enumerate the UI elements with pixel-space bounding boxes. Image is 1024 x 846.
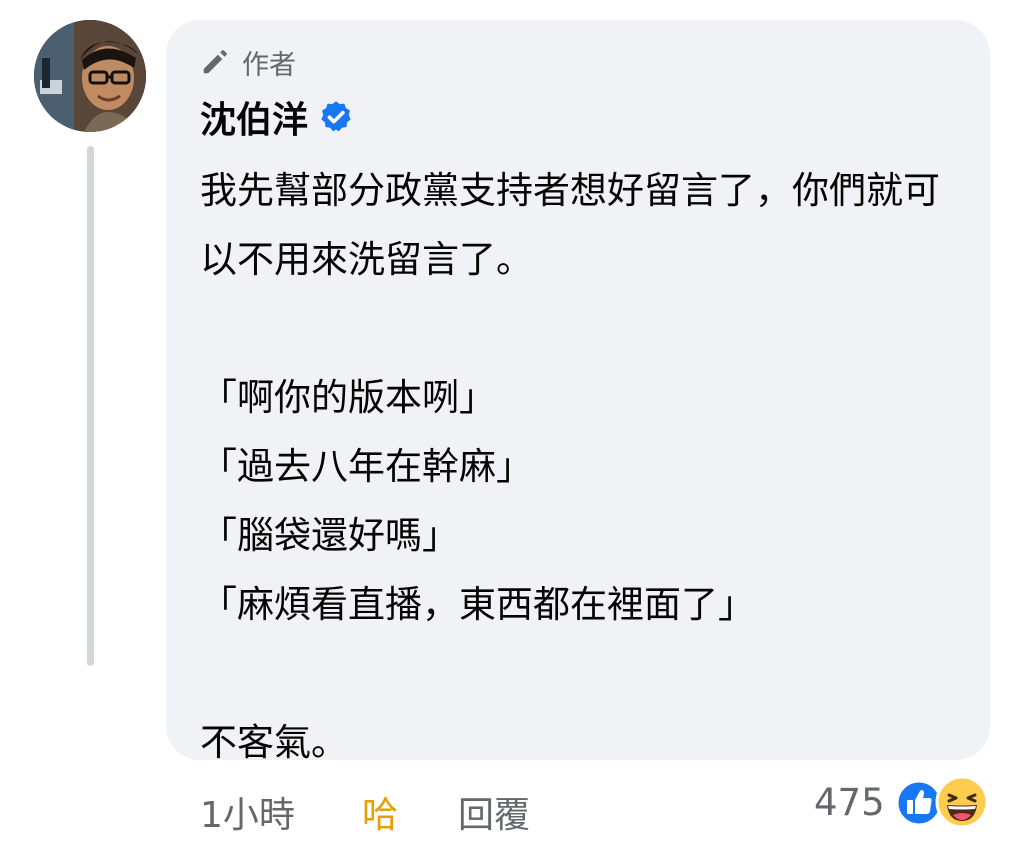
author-name[interactable]: 沈伯洋: [200, 91, 308, 143]
haha-icon: [935, 775, 989, 829]
pencil-icon: [203, 50, 227, 74]
comment-body: 我先幫部分政黨支持者想好留言了，你們就可以不用來洗留言了。 「啊你的版本咧」 「…: [200, 169, 940, 764]
reply-button[interactable]: 回覆: [458, 786, 530, 838]
comment-actions: 1小時 哈 回覆: [200, 784, 530, 840]
reaction-button[interactable]: 哈: [362, 786, 458, 838]
comment-thread: 作者 沈伯洋 我先幫部分政黨支持者想好留言了，你們就可以不用來洗留言了。 「啊你…: [0, 0, 1024, 846]
reaction-count: 475: [814, 780, 885, 824]
verified-badge-icon: [321, 101, 351, 132]
comment-bubble: 作者 沈伯洋 我先幫部分政黨支持者想好留言了，你們就可以不用來洗留言了。 「啊你…: [166, 20, 990, 764]
author-badge-label: 作者: [242, 49, 296, 81]
thread-line: [87, 146, 94, 666]
avatar[interactable]: [34, 20, 146, 132]
author-badge: 作者: [200, 44, 296, 81]
reaction-icons: [895, 775, 995, 829]
timestamp-link[interactable]: 1小時: [200, 786, 362, 838]
author-name-row: 沈伯洋: [200, 92, 354, 142]
reaction-summary[interactable]: 475: [814, 772, 995, 832]
